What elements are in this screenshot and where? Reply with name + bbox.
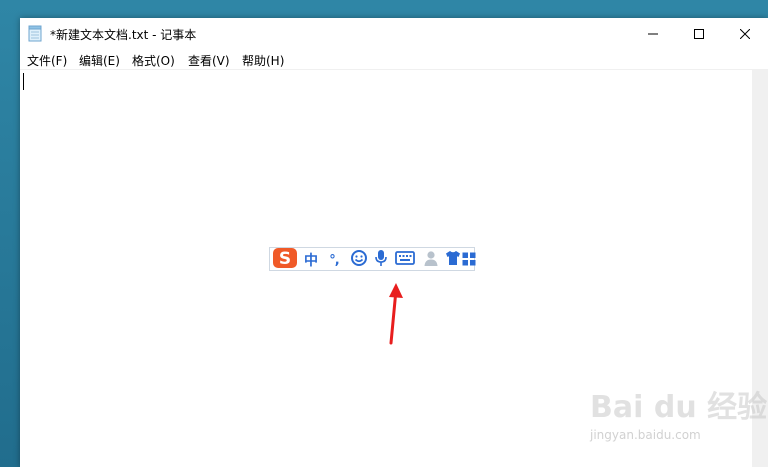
keyboard-icon — [395, 250, 415, 270]
soft-keyboard-button[interactable] — [392, 250, 418, 270]
language-mode-toggle[interactable]: 中 — [302, 250, 320, 270]
emoji-button[interactable] — [348, 250, 370, 270]
close-button[interactable] — [722, 18, 768, 49]
user-account-button[interactable] — [420, 250, 442, 270]
minimize-icon — [648, 24, 658, 43]
ime-toolbar[interactable]: S 中 °, — [269, 247, 476, 273]
window-title: *新建文本文档.txt - 记事本 — [50, 28, 197, 42]
toolbox-icon — [462, 251, 476, 270]
minimize-button[interactable] — [630, 18, 676, 49]
baidu-watermark: Bai du 经验 jingyan.baidu.com — [590, 382, 767, 452]
punctuation-mode-toggle[interactable]: °, — [323, 250, 345, 270]
title-bar[interactable]: *新建文本文档.txt - 记事本 — [20, 18, 768, 49]
maximize-icon — [694, 24, 704, 43]
menu-file[interactable]: 文件(F) — [27, 52, 67, 69]
menu-help[interactable]: 帮助(H) — [242, 52, 284, 69]
menu-edit[interactable]: 编辑(E) — [79, 52, 120, 69]
sogou-logo-button[interactable]: S — [271, 247, 299, 273]
user-icon — [422, 249, 440, 271]
menu-bar: 文件(F) 编辑(E) 格式(O) 查看(V) 帮助(H) — [20, 49, 768, 69]
sogou-logo-icon: S — [272, 247, 298, 273]
toolbox-button[interactable] — [462, 250, 476, 270]
close-icon — [739, 24, 751, 43]
notepad-app-icon — [28, 25, 42, 42]
voice-input-button[interactable] — [370, 250, 392, 270]
watermark-logo: Bai du 经验 — [590, 390, 768, 425]
watermark-url: jingyan.baidu.com — [590, 428, 701, 442]
menu-format[interactable]: 格式(O) — [132, 52, 175, 69]
skin-shirt-icon — [444, 249, 462, 271]
menu-view[interactable]: 查看(V) — [188, 52, 230, 69]
skin-button[interactable] — [442, 250, 464, 270]
svg-text:S: S — [279, 249, 291, 269]
microphone-icon — [374, 249, 388, 271]
maximize-button[interactable] — [676, 18, 722, 49]
text-caret — [23, 73, 24, 90]
emoji-icon — [350, 249, 368, 271]
